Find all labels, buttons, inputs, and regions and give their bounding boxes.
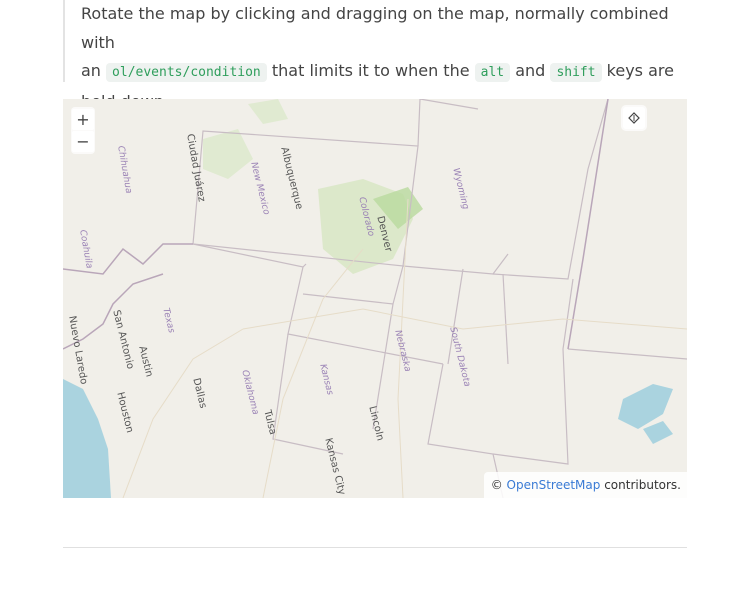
compass-arrow-icon bbox=[628, 112, 640, 124]
code-shift: shift bbox=[550, 63, 602, 82]
section-divider bbox=[63, 547, 687, 548]
code-alt: alt bbox=[474, 63, 511, 82]
map-viewport[interactable]: Chihuahua Ciudad Juárez New Mexico Albuq… bbox=[63, 99, 687, 498]
zoom-out-button[interactable]: − bbox=[72, 131, 94, 152]
zoom-in-button[interactable]: + bbox=[72, 109, 94, 130]
map-attribution: © OpenStreetMap contributors. bbox=[483, 472, 687, 498]
zoom-control: + − bbox=[71, 107, 95, 154]
code-condition: ol/events/condition bbox=[106, 63, 267, 82]
reset-rotation-button[interactable] bbox=[623, 107, 645, 129]
openstreetmap-link[interactable]: OpenStreetMap bbox=[507, 478, 601, 492]
